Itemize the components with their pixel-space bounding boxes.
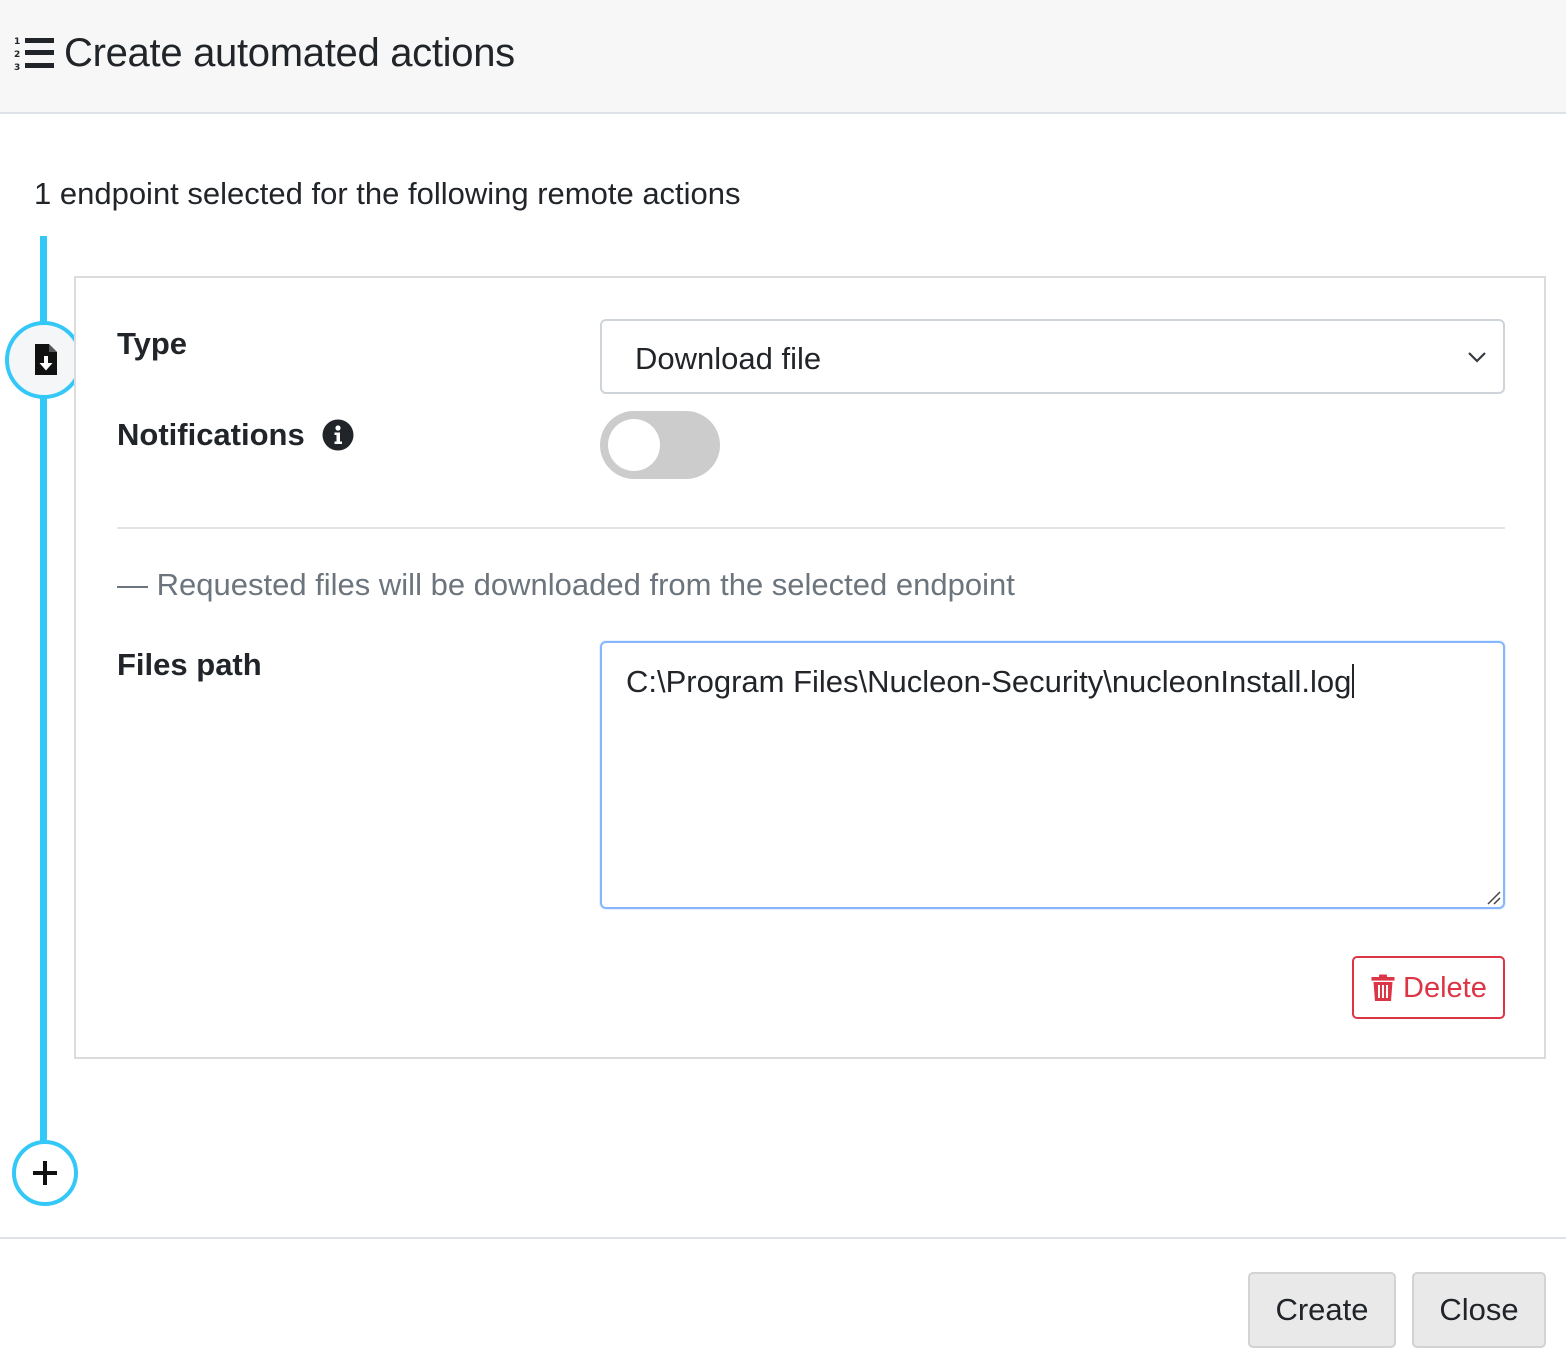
add-action-button[interactable]: [12, 1140, 78, 1206]
list-ol-icon: 1 2 3: [14, 37, 54, 72]
modal-title: Create automated actions: [64, 31, 515, 75]
svg-text:2: 2: [14, 50, 20, 60]
files-path-label: Files path: [117, 647, 262, 682]
svg-text:1: 1: [14, 37, 20, 47]
action-card: Type Download file Notifications — Reque…: [74, 276, 1546, 1059]
chevron-down-icon: [1468, 352, 1486, 363]
selection-summary: 1 endpoint selected for the following re…: [34, 176, 741, 211]
resize-grip-icon[interactable]: [1485, 889, 1501, 905]
notifications-toggle[interactable]: [600, 411, 720, 479]
delete-action-button[interactable]: Delete: [1352, 956, 1505, 1019]
footer-divider: [0, 1237, 1566, 1239]
plus-icon: [33, 1161, 57, 1185]
type-select[interactable]: Download file: [600, 319, 1505, 394]
action-hint: — Requested files will be downloaded fro…: [117, 567, 1015, 602]
notifications-label: Notifications: [117, 417, 305, 452]
svg-text:3: 3: [14, 63, 20, 72]
section-divider: [117, 527, 1505, 529]
close-button[interactable]: Close: [1412, 1272, 1546, 1348]
type-select-value: Download file: [635, 341, 822, 376]
file-download-icon: [35, 344, 57, 375]
info-circle-icon[interactable]: [322, 419, 354, 451]
delete-label: Delete: [1403, 972, 1487, 1004]
timeline-step-marker: [5, 321, 83, 399]
trash-icon: [1371, 974, 1395, 1001]
files-path-value: C:\Program Files\Nucleon-Security\nucleo…: [626, 662, 1355, 702]
modal-header: 1 2 3 Create automated actions: [0, 0, 1566, 114]
text-caret: [1352, 664, 1355, 698]
files-path-textarea[interactable]: C:\Program Files\Nucleon-Security\nucleo…: [600, 641, 1505, 909]
type-label: Type: [117, 326, 188, 361]
toggle-knob: [608, 419, 660, 471]
create-button[interactable]: Create: [1248, 1272, 1396, 1348]
